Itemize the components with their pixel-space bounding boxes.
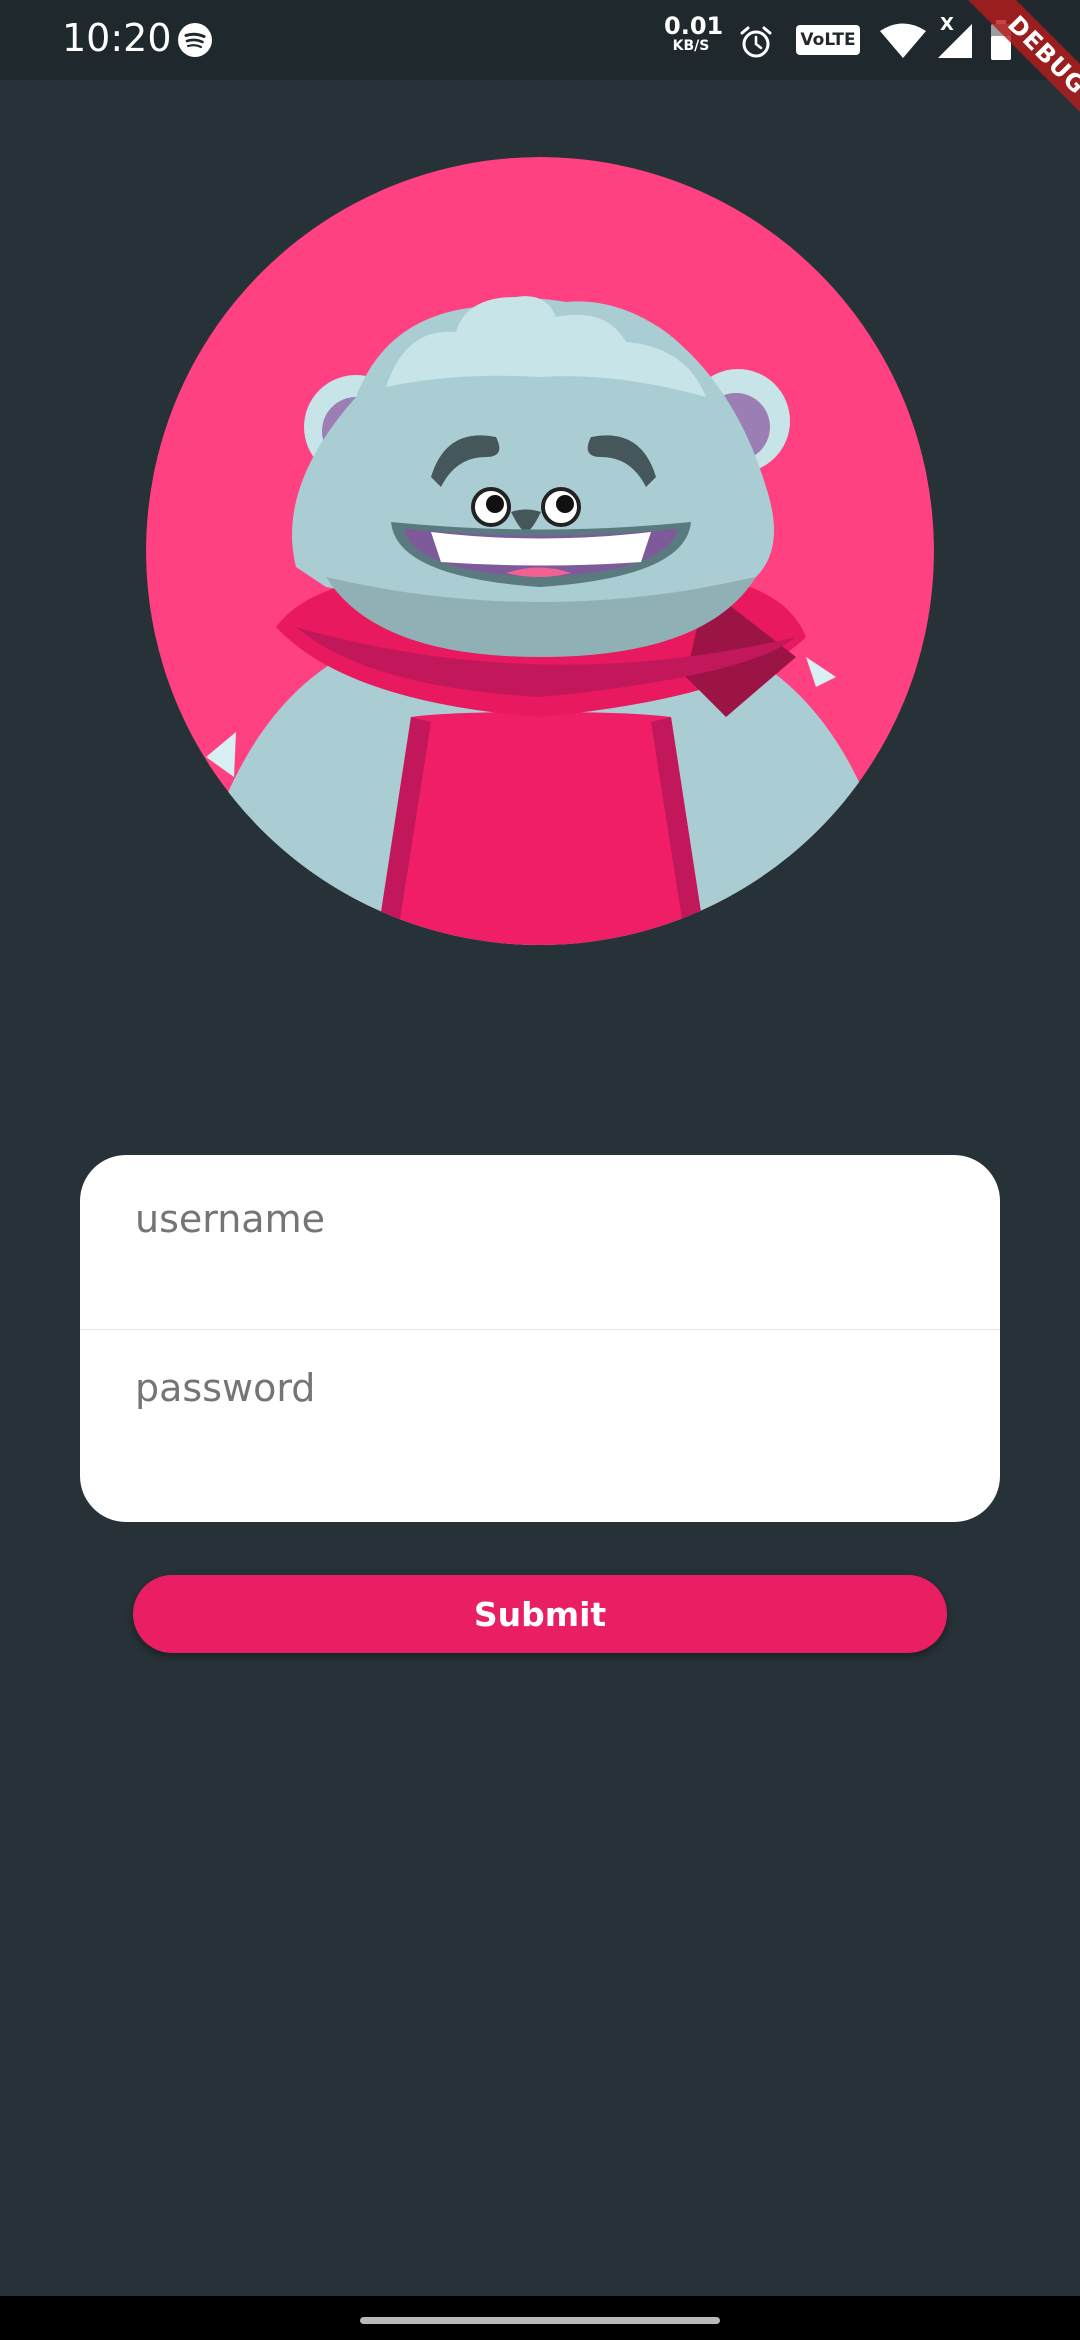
battery-icon	[991, 20, 1011, 60]
network-speed-value: 0.01	[664, 12, 724, 40]
network-speed: 0.01 KB/S	[664, 12, 724, 54]
volte-badge: VoLTE	[796, 25, 860, 55]
status-bar: 10:20 0.01 KB/S VoLTE X	[0, 0, 1080, 80]
password-input[interactable]	[133, 1312, 957, 1464]
login-card	[80, 1155, 1000, 1522]
status-time: 10:20	[62, 16, 172, 60]
bear-illustration	[146, 157, 934, 945]
username-field	[80, 1155, 1000, 1305]
bear-avatar	[146, 157, 934, 945]
submit-button[interactable]: Submit	[133, 1575, 947, 1653]
password-field	[80, 1312, 1000, 1480]
home-indicator[interactable]	[360, 2317, 720, 2324]
username-input[interactable]	[133, 1155, 957, 1295]
network-speed-unit: KB/S	[672, 38, 710, 54]
spotify-icon	[178, 23, 212, 57]
alarm-icon	[740, 26, 772, 58]
wifi-icon	[880, 23, 926, 58]
signal-icon	[938, 24, 972, 58]
